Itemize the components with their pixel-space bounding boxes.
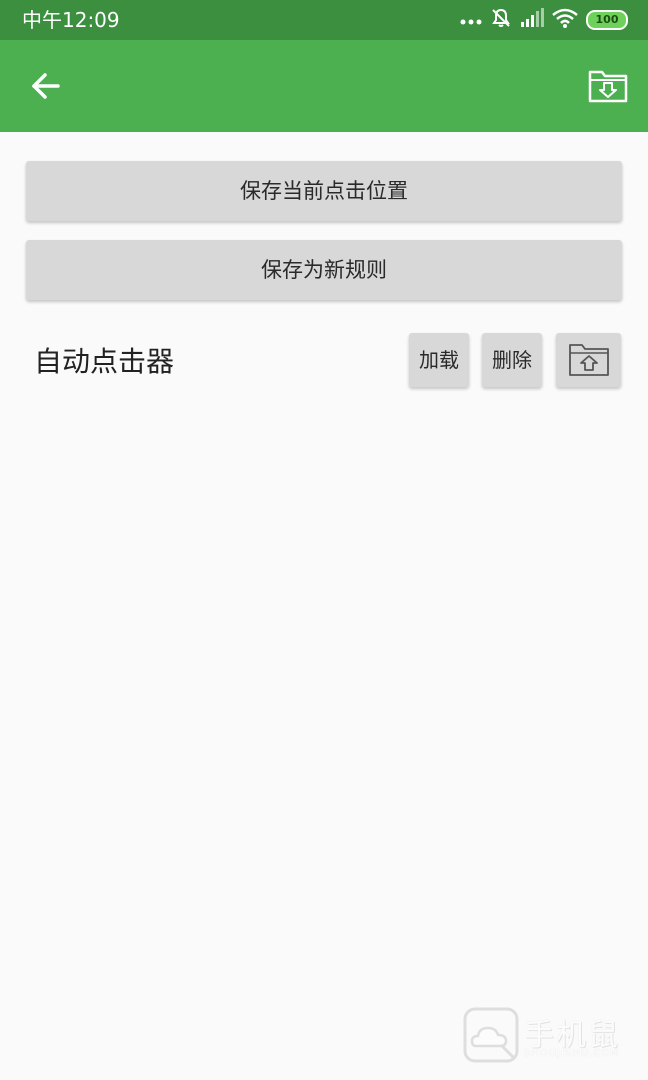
load-button[interactable]: 加载 [409, 333, 469, 387]
cloud-logo-icon [463, 1007, 519, 1063]
signal-icon [520, 8, 544, 32]
status-time: 中午12:09 [22, 8, 120, 32]
mute-bell-icon [490, 7, 512, 33]
delete-button[interactable]: 删除 [482, 333, 542, 387]
save-current-click-button[interactable]: 保存当前点击位置 [26, 161, 622, 221]
more-dots-icon [460, 11, 482, 30]
save-new-rule-button[interactable]: 保存为新规则 [26, 240, 622, 300]
watermark: 手机鼠 SHOUJISHU.COM [462, 1006, 632, 1066]
battery-icon: 100 [586, 10, 628, 30]
upload-button[interactable] [556, 333, 621, 387]
export-button[interactable] [588, 66, 628, 106]
status-bar: 中午12:09 100 [0, 0, 648, 40]
app-bar [0, 40, 648, 132]
folder-upload-icon [568, 344, 609, 376]
back-button[interactable] [26, 66, 66, 106]
status-icons: 100 [460, 8, 628, 32]
watermark-subtext: SHOUJISHU.COM [524, 1048, 620, 1059]
arrow-left-icon [32, 73, 60, 99]
folder-download-icon [588, 70, 628, 103]
wifi-icon [552, 8, 578, 32]
rule-name: 自动点击器 [34, 345, 175, 378]
